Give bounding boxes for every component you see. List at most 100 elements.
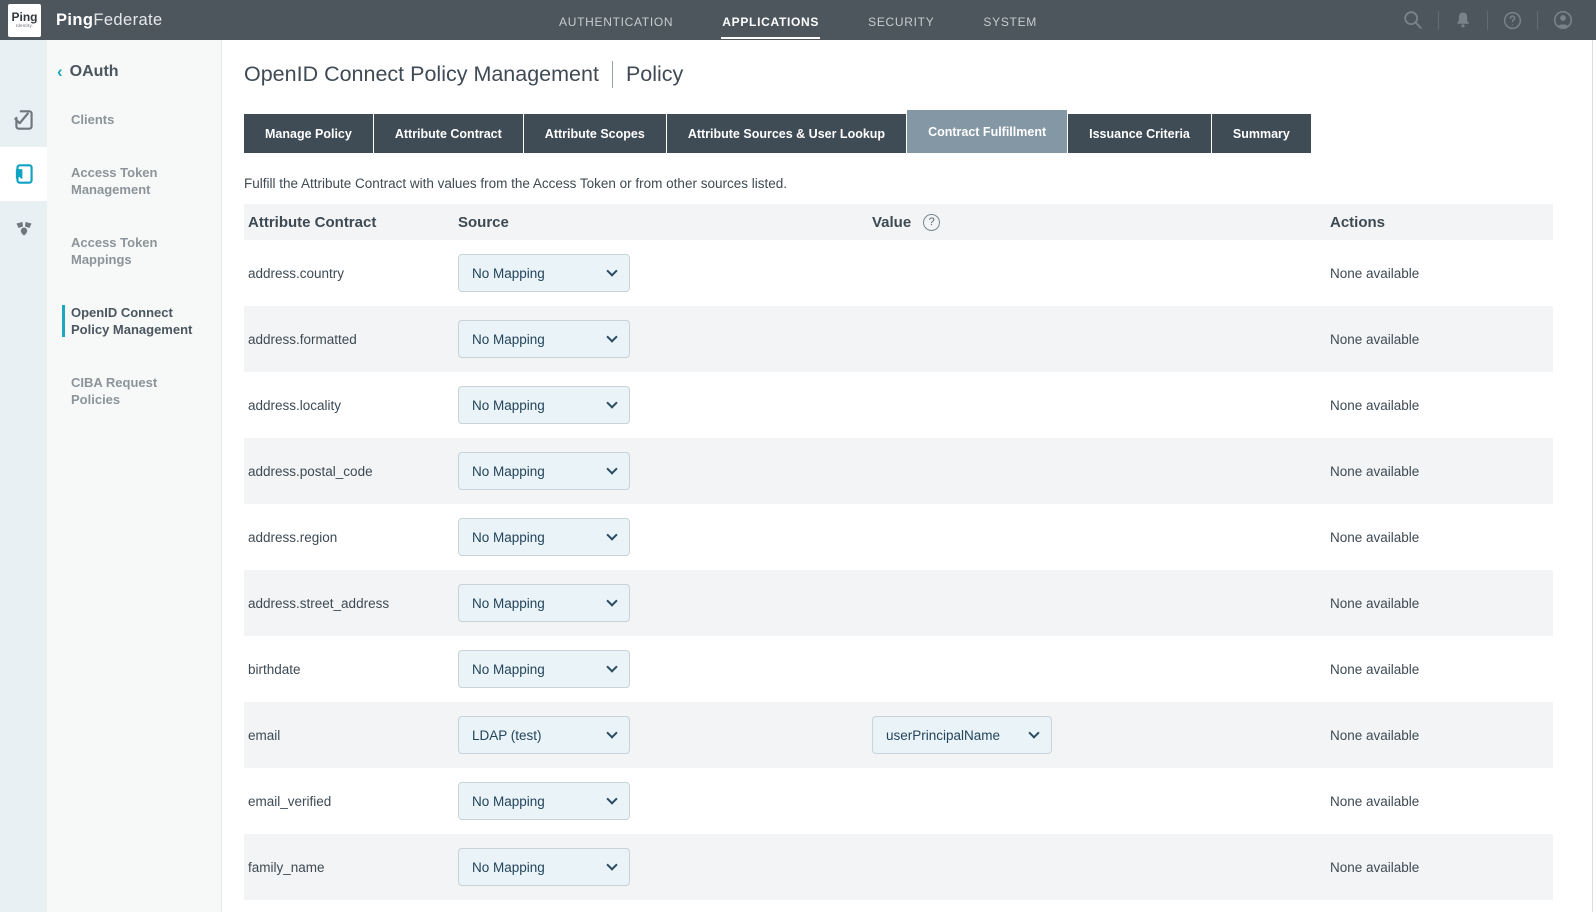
value-help-icon[interactable]: [923, 214, 940, 231]
nav-system[interactable]: SYSTEM: [982, 0, 1038, 40]
table-row: email LDAP (test) userPrincipalName None…: [244, 702, 1553, 768]
tab-attribute-sources-user-lookup[interactable]: Attribute Sources & User Lookup: [667, 114, 906, 153]
table-row: address.locality No Mapping None availab…: [244, 372, 1553, 438]
header-attribute-contract: Attribute Contract: [244, 214, 458, 231]
tab-attribute-contract[interactable]: Attribute Contract: [374, 114, 523, 153]
actions-text: None available: [1330, 266, 1553, 281]
ping-logo[interactable]: Ping Identity.: [8, 4, 41, 37]
table-row: email_verified No Mapping None available: [244, 768, 1553, 834]
source-dropdown-value: LDAP (test): [472, 728, 542, 743]
sidebar-icon-rail: [0, 40, 47, 912]
source-dropdown[interactable]: No Mapping: [458, 386, 630, 424]
value-dropdown[interactable]: userPrincipalName: [872, 716, 1052, 754]
sidebar-item-clients[interactable]: Clients: [71, 111, 203, 128]
sidebar-item-ciba-request-policies[interactable]: CIBA Request Policies: [71, 374, 203, 408]
bookmark-page-icon[interactable]: [0, 147, 47, 201]
tab-summary[interactable]: Summary: [1212, 114, 1311, 153]
table-row: address.formatted No Mapping None availa…: [244, 306, 1553, 372]
chevron-down-icon: [606, 595, 617, 606]
shield-paw-icon[interactable]: [0, 201, 47, 255]
attribute-name: address.postal_code: [244, 464, 458, 479]
attribute-name: address.locality: [244, 398, 458, 413]
top-icon-group: [1388, 0, 1588, 40]
sidebar-item-openid-connect-policy-management[interactable]: OpenID Connect Policy Management: [71, 304, 203, 338]
source-dropdown[interactable]: No Mapping: [458, 584, 630, 622]
actions-text: None available: [1330, 596, 1553, 611]
chevron-down-icon: [1028, 727, 1039, 738]
header-source: Source: [458, 214, 862, 231]
chevron-down-icon: [606, 265, 617, 276]
source-dropdown[interactable]: No Mapping: [458, 848, 630, 886]
header-value: Value: [862, 214, 1330, 231]
tab-manage-policy[interactable]: Manage Policy: [244, 114, 373, 153]
source-dropdown-value: No Mapping: [472, 860, 545, 875]
table-row: birthdate No Mapping None available: [244, 636, 1553, 702]
table-row: address.postal_code No Mapping None avai…: [244, 438, 1553, 504]
top-nav: AUTHENTICATION APPLICATIONS SECURITY SYS…: [558, 0, 1038, 40]
source-dropdown-value: No Mapping: [472, 662, 545, 677]
source-dropdown[interactable]: No Mapping: [458, 254, 630, 292]
source-dropdown[interactable]: No Mapping: [458, 518, 630, 556]
source-dropdown-value: No Mapping: [472, 530, 545, 545]
app-title: PingFederate: [56, 11, 163, 30]
search-icon[interactable]: [1388, 9, 1438, 31]
source-dropdown[interactable]: No Mapping: [458, 650, 630, 688]
attribute-name: address.region: [244, 530, 458, 545]
attribute-name: address.country: [244, 266, 458, 281]
sidebar-section-title: OAuth: [70, 63, 119, 81]
source-dropdown[interactable]: No Mapping: [458, 782, 630, 820]
nav-applications[interactable]: APPLICATIONS: [721, 0, 820, 40]
page-title: OpenID Connect Policy Management Policy: [244, 61, 1596, 88]
source-dropdown[interactable]: No Mapping: [458, 452, 630, 490]
source-dropdown-value: No Mapping: [472, 794, 545, 809]
account-avatar-icon[interactable]: [1538, 9, 1588, 31]
oauth-back-header[interactable]: ‹ OAuth: [57, 63, 221, 81]
actions-text: None available: [1330, 530, 1553, 545]
chevron-down-icon: [606, 397, 617, 408]
source-dropdown-value: No Mapping: [472, 398, 545, 413]
sidebar-item-access-token-mappings[interactable]: Access Token Mappings: [71, 234, 203, 268]
title-separator: [612, 61, 613, 88]
chevron-down-icon: [606, 661, 617, 672]
source-dropdown-value: No Mapping: [472, 464, 545, 479]
table-row: family_name No Mapping None available: [244, 834, 1553, 900]
tab-contract-fulfillment[interactable]: Contract Fulfillment: [907, 110, 1067, 153]
main-content: OpenID Connect Policy Management Policy …: [222, 40, 1596, 900]
attribute-name: email: [244, 728, 458, 743]
app-title-light: Federate: [93, 11, 162, 29]
sidebar-item-access-token-management[interactable]: Access Token Management: [71, 164, 203, 198]
attribute-name: family_name: [244, 860, 458, 875]
actions-text: None available: [1330, 464, 1553, 479]
chevron-left-icon: ‹: [57, 64, 63, 80]
app-title-bold: Ping: [56, 11, 93, 29]
actions-text: None available: [1330, 794, 1553, 809]
tab-attribute-scopes[interactable]: Attribute Scopes: [524, 114, 666, 153]
page-description: Fulfill the Attribute Contract with valu…: [244, 176, 1596, 191]
table-row: address.country No Mapping None availabl…: [244, 240, 1553, 306]
chevron-down-icon: [606, 727, 617, 738]
nav-authentication[interactable]: AUTHENTICATION: [558, 0, 674, 40]
source-dropdown-value: No Mapping: [472, 332, 545, 347]
square-check-icon[interactable]: [0, 93, 47, 147]
header-actions: Actions: [1330, 214, 1553, 231]
table-header-row: Attribute Contract Source Value Actions: [244, 204, 1553, 240]
chevron-down-icon: [606, 463, 617, 474]
actions-text: None available: [1330, 332, 1553, 347]
page-title-main: OpenID Connect Policy Management: [244, 62, 599, 87]
source-dropdown-value: No Mapping: [472, 596, 545, 611]
table-row: address.street_address No Mapping None a…: [244, 570, 1553, 636]
help-circle-icon[interactable]: [1488, 10, 1537, 31]
source-dropdown[interactable]: LDAP (test): [458, 716, 630, 754]
tab-issuance-criteria[interactable]: Issuance Criteria: [1068, 114, 1211, 153]
tab-bar: Manage Policy Attribute Contract Attribu…: [244, 110, 1596, 153]
nav-security[interactable]: SECURITY: [867, 0, 935, 40]
notifications-bell-icon[interactable]: [1439, 10, 1487, 30]
page-title-sub: Policy: [626, 62, 683, 87]
actions-text: None available: [1330, 398, 1553, 413]
chevron-down-icon: [606, 859, 617, 870]
sidebar-menu: ‹ OAuth Clients Access Token Management …: [47, 40, 222, 912]
chevron-down-icon: [606, 331, 617, 342]
table-row: address.region No Mapping None available: [244, 504, 1553, 570]
source-dropdown[interactable]: No Mapping: [458, 320, 630, 358]
ping-logo-subtext: Identity.: [16, 23, 33, 28]
